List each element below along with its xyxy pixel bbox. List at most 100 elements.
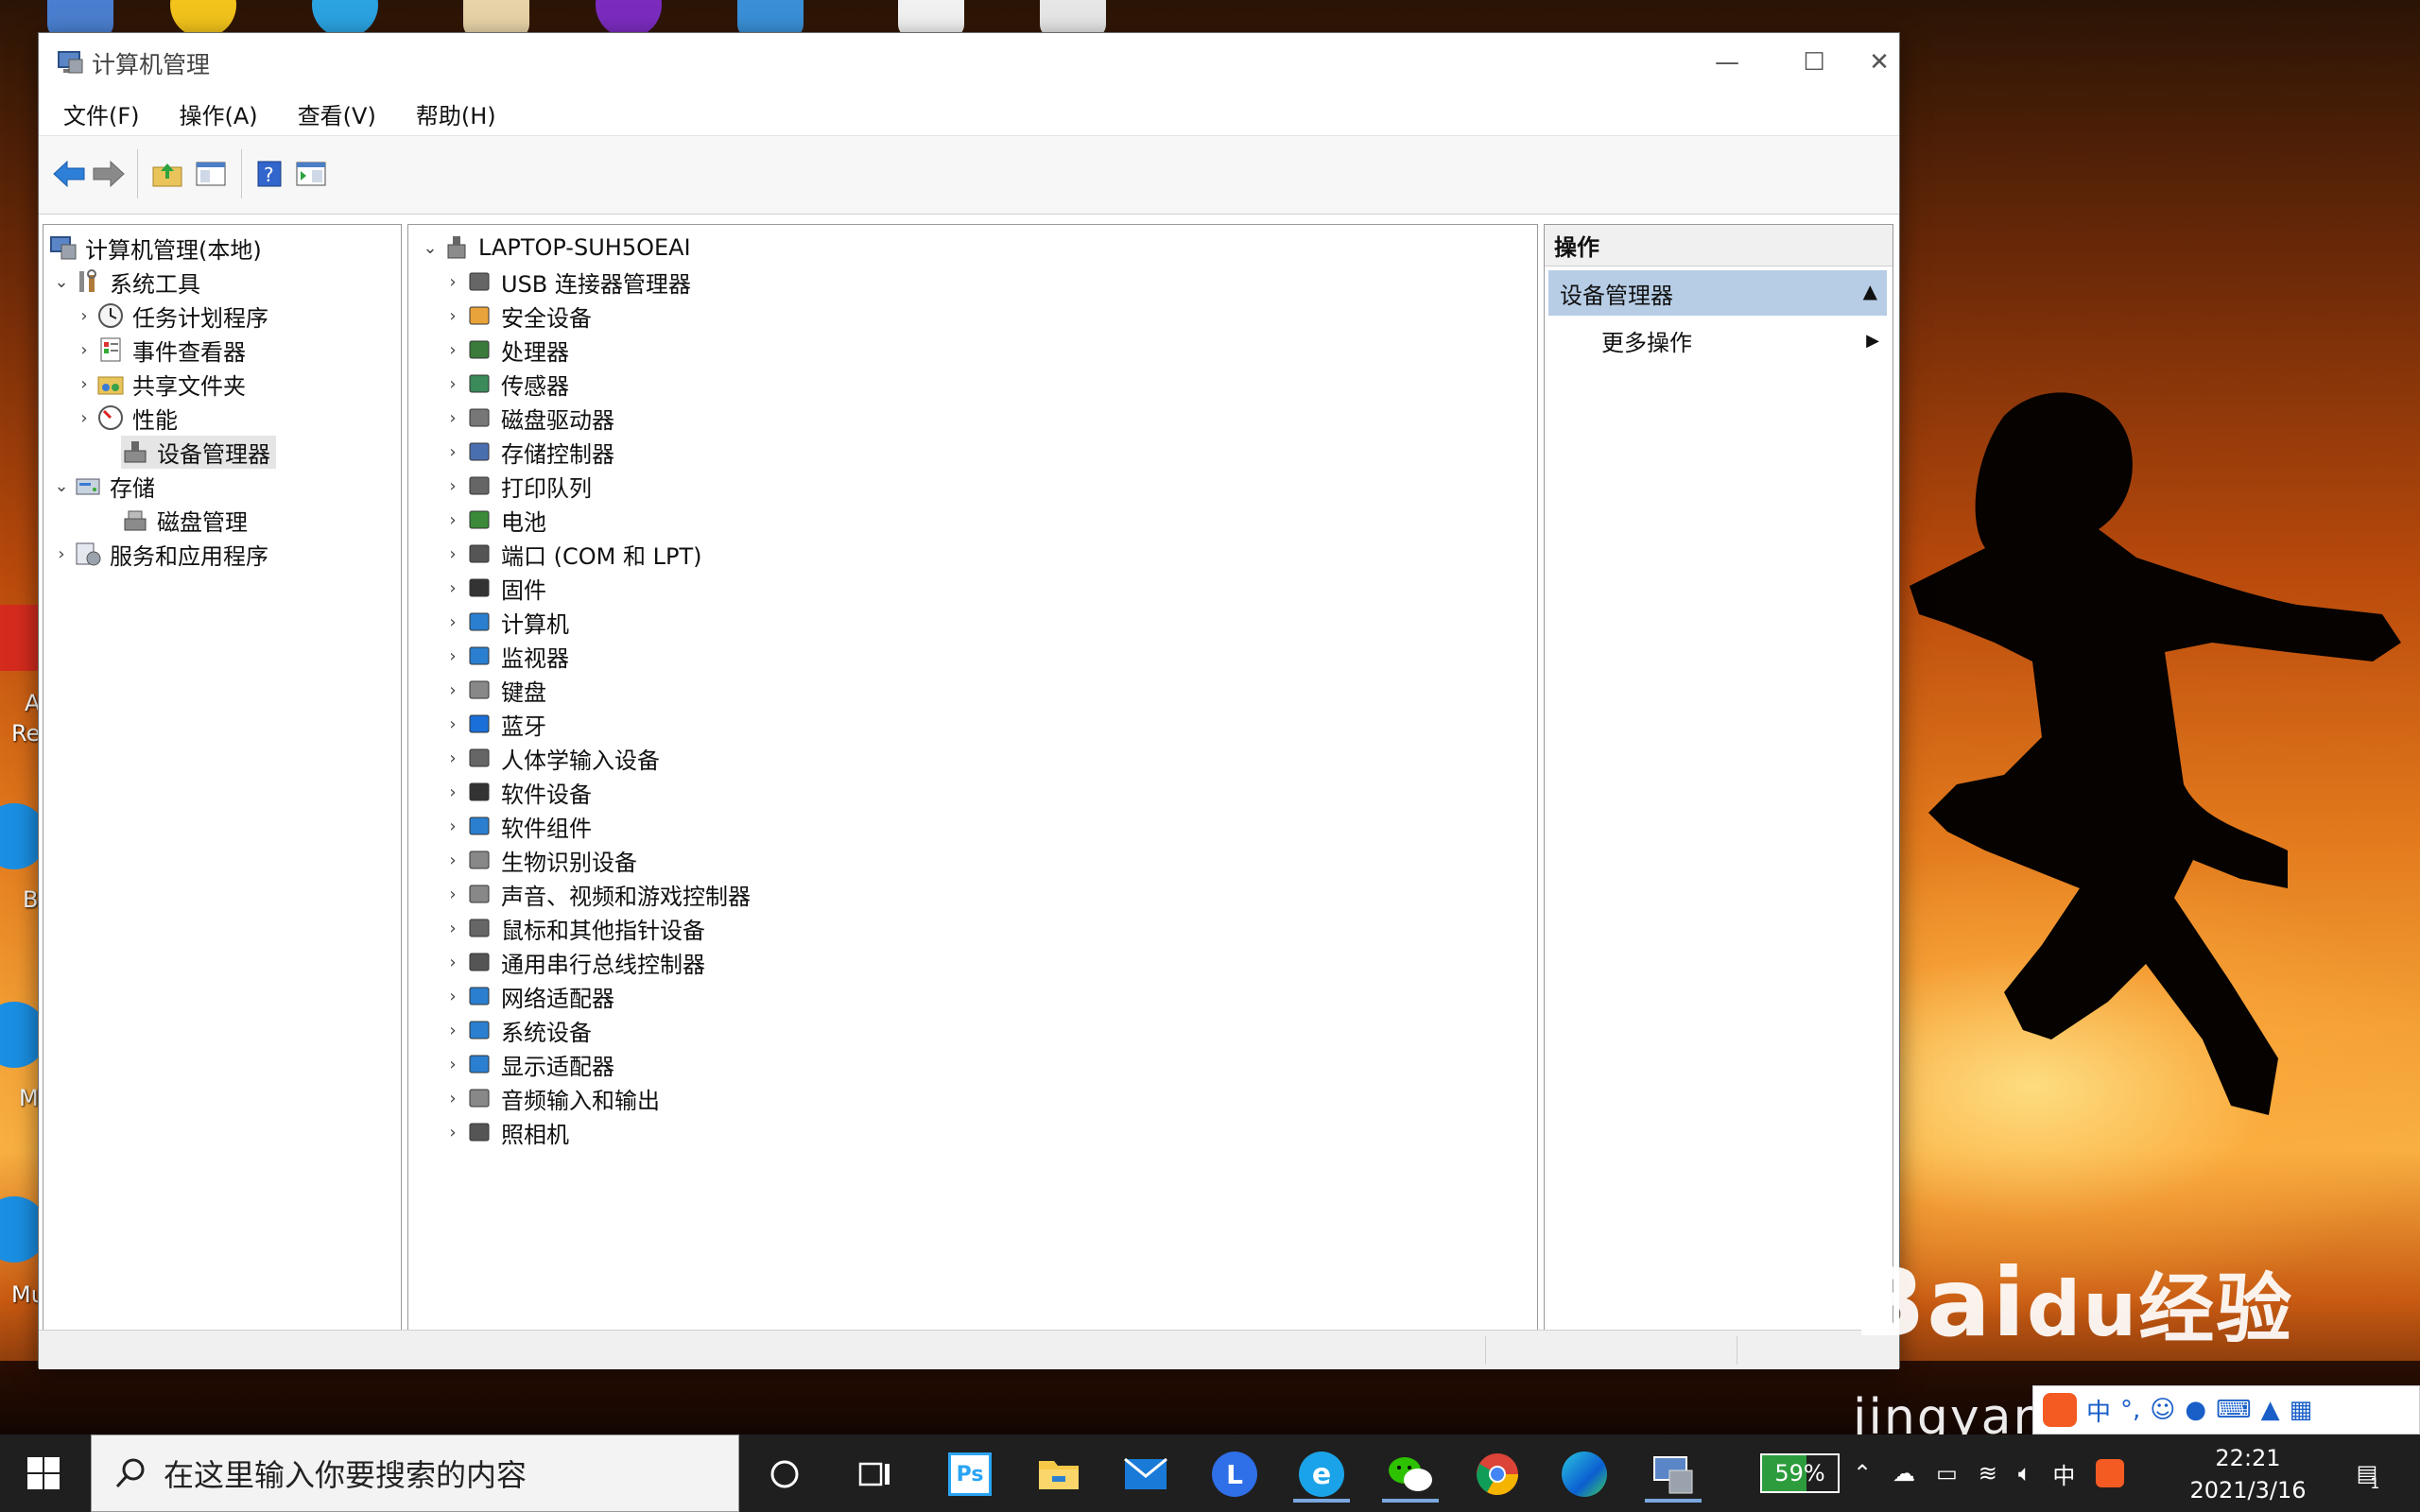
chevron-right-icon[interactable]: › xyxy=(441,911,465,945)
l-app[interactable]: L xyxy=(1206,1446,1263,1503)
cortana-button[interactable] xyxy=(756,1446,813,1503)
chevron-right-icon[interactable]: › xyxy=(441,741,465,775)
edge-app[interactable] xyxy=(1556,1446,1613,1503)
chevron-right-icon[interactable]: › xyxy=(441,639,465,673)
chevron-right-icon[interactable]: › xyxy=(441,333,465,367)
chevron-down-icon[interactable]: ⌄ xyxy=(418,231,442,265)
device-category-row[interactable]: › 显示适配器 xyxy=(441,1047,614,1081)
close-button[interactable]: ✕ xyxy=(1858,33,1901,92)
chevron-right-icon[interactable]: › xyxy=(441,605,465,639)
device-category-row[interactable]: › 网络适配器 xyxy=(441,979,614,1013)
skin-icon[interactable]: ▲ xyxy=(2261,1396,2280,1424)
computer-management-taskbar-app[interactable] xyxy=(1645,1446,1702,1503)
chevron-right-icon[interactable]: › xyxy=(441,537,465,571)
taskbar-search-box[interactable]: 在这里输入你要搜索的内容 xyxy=(91,1435,739,1512)
sogou-tray-icon[interactable] xyxy=(2096,1459,2125,1487)
device-category-row[interactable]: › 电池 xyxy=(441,503,546,537)
device-category-row[interactable]: › 蓝牙 xyxy=(441,707,546,741)
tree-performance[interactable]: › 性能 xyxy=(72,401,178,435)
chevron-right-icon[interactable]: › xyxy=(441,571,465,605)
task-view-button[interactable] xyxy=(847,1446,904,1503)
device-category-row[interactable]: › USB 连接器管理器 xyxy=(441,265,691,299)
device-tree-root[interactable]: ⌄ LAPTOP-SUH5OEAI xyxy=(418,231,690,265)
chevron-right-icon[interactable]: › xyxy=(441,435,465,469)
up-level-button[interactable] xyxy=(147,153,188,195)
minimize-button[interactable]: — xyxy=(1684,33,1771,92)
chevron-right-icon[interactable]: › xyxy=(441,809,465,843)
chrome-app[interactable] xyxy=(1469,1446,1526,1503)
chevron-right-icon[interactable]: › xyxy=(441,469,465,503)
keyboard-icon[interactable]: ⌨ xyxy=(2216,1396,2252,1424)
ime-lang-toggle[interactable]: 中 xyxy=(2086,1393,2111,1428)
chevron-right-icon[interactable]: › xyxy=(72,401,96,435)
menu-action[interactable]: 操作(A) xyxy=(174,94,264,134)
ime-language[interactable]: 中 xyxy=(2052,1457,2075,1490)
tree-device-manager[interactable]: 设备管理器 xyxy=(121,435,276,469)
device-category-row[interactable]: › 软件组件 xyxy=(441,809,592,843)
action-center-button[interactable]: ▤ 1 xyxy=(2335,1435,2401,1512)
onedrive-icon[interactable]: ☁ xyxy=(1893,1460,1915,1486)
mic-icon[interactable]: ● xyxy=(2185,1396,2206,1424)
device-category-row[interactable]: › 处理器 xyxy=(441,333,569,367)
tree-system-tools[interactable]: ⌄ 系统工具 xyxy=(49,265,200,299)
device-category-row[interactable]: › 安全设备 xyxy=(441,299,592,333)
chevron-right-icon[interactable]: › xyxy=(441,1047,465,1081)
menu-view[interactable]: 查看(V) xyxy=(292,94,382,134)
tree-task-scheduler[interactable]: › 任务计划程序 xyxy=(72,299,268,333)
device-category-row[interactable]: › 计算机 xyxy=(441,605,569,639)
volume-icon[interactable]: 🔈︎ xyxy=(2018,1460,2031,1486)
toolbox-icon[interactable]: ▦ xyxy=(2290,1396,2313,1424)
chevron-right-icon[interactable]: › xyxy=(441,843,465,877)
chevron-up-icon[interactable]: ⌃ xyxy=(1853,1460,1872,1486)
chevron-right-icon[interactable]: › xyxy=(441,503,465,537)
chevron-down-icon[interactable]: ⌄ xyxy=(49,469,74,503)
collapse-triangle-icon[interactable]: ▲ xyxy=(1863,280,1877,302)
chevron-right-icon[interactable]: › xyxy=(49,537,74,571)
chevron-right-icon[interactable]: › xyxy=(441,265,465,299)
tree-services-apps[interactable]: › 服务和应用程序 xyxy=(49,537,268,571)
ime-toolbar[interactable]: 中 °, ☺ ● ⌨ ▲ ▦ xyxy=(2032,1385,2420,1435)
chevron-right-icon[interactable]: › xyxy=(441,367,465,401)
show-hide-action-pane-button[interactable] xyxy=(290,153,332,195)
mail-app[interactable] xyxy=(1117,1446,1174,1503)
title-bar[interactable]: 计算机管理 — ☐ ✕ xyxy=(39,33,1899,92)
battery-icon[interactable]: ▭ xyxy=(1936,1460,1958,1486)
chevron-right-icon[interactable]: › xyxy=(72,333,96,367)
tree-event-viewer[interactable]: › 事件查看器 xyxy=(72,333,246,367)
chevron-right-icon[interactable]: › xyxy=(441,1115,465,1149)
device-category-row[interactable]: › 软件设备 xyxy=(441,775,592,809)
device-category-row[interactable]: › 端口 (COM 和 LPT) xyxy=(441,537,701,571)
device-category-row[interactable]: › 人体学输入设备 xyxy=(441,741,660,775)
device-category-row[interactable]: › 传感器 xyxy=(441,367,569,401)
chevron-right-icon[interactable]: › xyxy=(441,1081,465,1115)
more-actions-item[interactable]: 更多操作 ▶ xyxy=(1601,319,1885,361)
device-category-row[interactable]: › 声音、视频和游戏控制器 xyxy=(441,877,751,911)
chevron-right-icon[interactable]: › xyxy=(441,401,465,435)
sogou-icon[interactable] xyxy=(2043,1393,2077,1427)
tree-storage[interactable]: ⌄ 存储 xyxy=(49,469,155,503)
wifi-icon[interactable]: ≋ xyxy=(1979,1460,1997,1486)
tree-root[interactable]: 计算机管理(本地) xyxy=(49,231,262,265)
device-category-row[interactable]: › 鼠标和其他指针设备 xyxy=(441,911,705,945)
battery-percent-badge[interactable]: 59% xyxy=(1760,1453,1840,1493)
menu-help[interactable]: 帮助(H) xyxy=(410,94,502,134)
show-hide-tree-button[interactable] xyxy=(190,153,232,195)
chevron-right-icon[interactable]: › xyxy=(441,877,465,911)
start-button[interactable] xyxy=(0,1435,87,1512)
tree-disk-management[interactable]: 磁盘管理 xyxy=(121,503,248,537)
device-category-row[interactable]: › 键盘 xyxy=(441,673,546,707)
help-button[interactable]: ? xyxy=(249,153,290,195)
wechat-app[interactable] xyxy=(1382,1446,1439,1503)
emoji-icon[interactable]: ☺ xyxy=(2150,1396,2175,1424)
device-category-row[interactable]: › 生物识别设备 xyxy=(441,843,637,877)
forward-button[interactable] xyxy=(88,153,130,195)
maximize-button[interactable]: ☐ xyxy=(1771,33,1858,92)
chevron-right-icon[interactable]: › xyxy=(72,367,96,401)
device-category-row[interactable]: › 打印队列 xyxy=(441,469,592,503)
punctuation-icon[interactable]: °, xyxy=(2120,1396,2140,1424)
chevron-right-icon[interactable]: › xyxy=(72,299,96,333)
device-category-row[interactable]: › 固件 xyxy=(441,571,546,605)
device-category-row[interactable]: › 磁盘驱动器 xyxy=(441,401,614,435)
chevron-right-icon[interactable]: › xyxy=(441,707,465,741)
ie-browser-app[interactable]: e xyxy=(1293,1446,1350,1503)
